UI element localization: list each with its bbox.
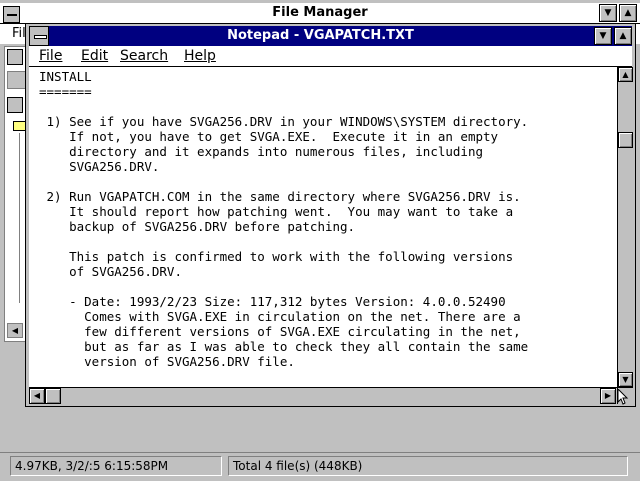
scroll-left-icon[interactable]: ◀ bbox=[7, 323, 23, 338]
vertical-scroll-thumb[interactable] bbox=[618, 132, 633, 148]
scroll-down-icon[interactable]: ▼ bbox=[618, 372, 633, 387]
menu-file[interactable]: File bbox=[39, 46, 62, 66]
file-manager-statusbar: 4.97KB, 3/2/:5 6:15:58PM Total 4 file(s)… bbox=[0, 452, 640, 481]
status-selected: 4.97KB, 3/2/:5 6:15:58PM bbox=[10, 456, 222, 476]
notepad-titlebar[interactable]: Notepad - VGAPATCH.TXT ▼ ▲ bbox=[29, 26, 632, 46]
scroll-left-icon[interactable]: ◀ bbox=[29, 388, 45, 404]
horizontal-scroll-thumb[interactable] bbox=[45, 388, 61, 404]
scroll-up-icon[interactable]: ▲ bbox=[618, 67, 633, 82]
text-area[interactable]: INSTALL ======= 1) See if you have SVGA2… bbox=[29, 67, 617, 387]
tree-window-system-menu-icon[interactable] bbox=[7, 97, 23, 113]
notepad-menubar: File Edit Search Help bbox=[29, 46, 632, 67]
menu-help[interactable]: Help bbox=[184, 46, 216, 66]
mouse-cursor-icon bbox=[618, 389, 629, 405]
drive-icon[interactable] bbox=[7, 71, 27, 89]
horizontal-scrollbar[interactable]: ◀ ▶ bbox=[29, 387, 617, 404]
maximize-icon[interactable]: ▲ bbox=[614, 27, 632, 45]
minimize-icon[interactable]: ▼ bbox=[594, 27, 612, 45]
status-total: Total 4 file(s) (448KB) bbox=[228, 456, 628, 476]
document-text: INSTALL ======= 1) See if you have SVGA2… bbox=[39, 69, 529, 369]
file-menu-peek[interactable]: Fil bbox=[12, 24, 26, 44]
file-manager-title: File Manager bbox=[272, 5, 368, 20]
notepad-window: Notepad - VGAPATCH.TXT ▼ ▲ File Edit Sea… bbox=[25, 23, 636, 407]
child-system-menu-icon[interactable] bbox=[7, 49, 23, 65]
minimize-icon[interactable]: ▼ bbox=[599, 4, 617, 22]
menu-edit[interactable]: Edit bbox=[81, 46, 108, 66]
tree-line bbox=[19, 133, 20, 303]
scroll-right-icon[interactable]: ▶ bbox=[600, 388, 616, 404]
vertical-scrollbar[interactable]: ▲ ▼ bbox=[617, 67, 633, 387]
file-manager-titlebar[interactable]: File Manager ▼ ▲ bbox=[0, 3, 640, 24]
maximize-icon[interactable]: ▲ bbox=[619, 4, 637, 22]
menu-search[interactable]: Search bbox=[120, 46, 168, 66]
notepad-title: Notepad - VGAPATCH.TXT bbox=[227, 28, 414, 43]
system-menu-icon[interactable] bbox=[29, 26, 49, 46]
